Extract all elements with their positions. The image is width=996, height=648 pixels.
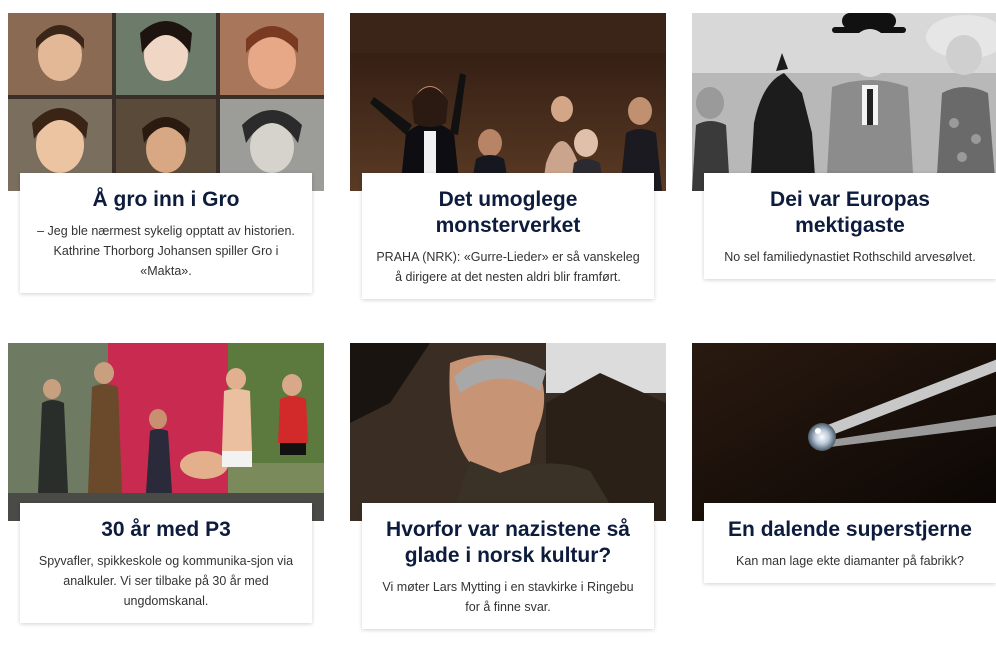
article-lede: Spyvafler, spikkeskole og kommunika-sjon… [38, 554, 294, 608]
article-title[interactable]: Det umoglege monsterverket [376, 187, 640, 239]
article-image[interactable] [350, 13, 666, 191]
article-text-box: Hvorfor var nazistene så glade i norsk k… [362, 503, 654, 629]
article-card[interactable]: En dalende superstjerne Kan man lage ekt… [692, 343, 996, 648]
article-lede: PRAHA (NRK): «Gurre-Lieder» er så vanske… [376, 250, 640, 284]
article-title[interactable]: En dalende superstjerne [718, 517, 982, 543]
article-card[interactable]: 30 år med P3 Spyvafler, spikkeskole og k… [8, 343, 324, 648]
article-image[interactable] [692, 343, 996, 521]
article-image[interactable] [692, 13, 996, 191]
article-title[interactable]: 30 år med P3 [34, 517, 298, 543]
article-card[interactable]: Hvorfor var nazistene så glade i norsk k… [350, 343, 666, 648]
article-image[interactable] [8, 13, 324, 191]
article-image[interactable] [8, 343, 324, 521]
article-title[interactable]: Dei var Europas mektigaste [718, 187, 982, 239]
article-card[interactable]: Å gro inn i Gro – Jeg ble nærmest sykeli… [8, 13, 324, 318]
article-card[interactable]: Det umoglege monsterverket PRAHA (NRK): … [350, 13, 666, 318]
article-text-box: 30 år med P3 Spyvafler, spikkeskole og k… [20, 503, 312, 623]
article-title[interactable]: Hvorfor var nazistene så glade i norsk k… [376, 517, 640, 569]
article-image[interactable] [350, 343, 666, 521]
article-lede: Kan man lage ekte diamanter på fabrikk? [736, 554, 964, 568]
article-text-box: Å gro inn i Gro – Jeg ble nærmest sykeli… [20, 173, 312, 293]
article-lede: Vi møter Lars Mytting i en stavkirke i R… [382, 580, 634, 614]
article-lede: – Jeg ble nærmest sykelig opptatt av his… [37, 224, 295, 278]
article-card[interactable]: Dei var Europas mektigaste No sel famili… [692, 13, 996, 318]
article-lede: No sel familiedynastiet Rothschild arves… [724, 250, 976, 264]
article-title[interactable]: Å gro inn i Gro [34, 187, 298, 213]
article-text-box: Det umoglege monsterverket PRAHA (NRK): … [362, 173, 654, 299]
article-text-box: Dei var Europas mektigaste No sel famili… [704, 173, 996, 279]
article-text-box: En dalende superstjerne Kan man lage ekt… [704, 503, 996, 583]
